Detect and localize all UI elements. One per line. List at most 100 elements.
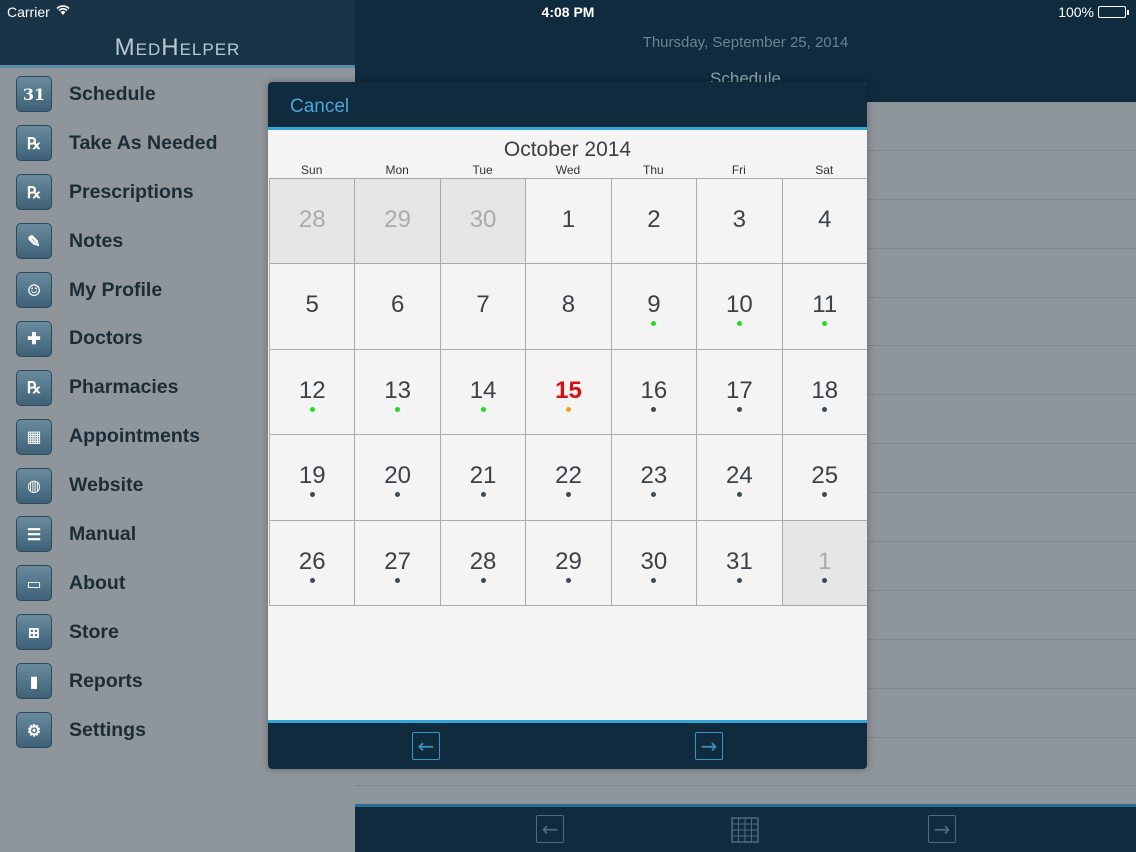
day-number: 5 bbox=[305, 291, 319, 319]
calendar-day[interactable]: 12 bbox=[270, 349, 356, 436]
dose-indicator-dot bbox=[480, 406, 486, 412]
calendar-day[interactable]: 20 bbox=[355, 435, 441, 521]
day-number: 23 bbox=[640, 462, 668, 490]
sidebar-item-label: My Profile bbox=[69, 278, 163, 301]
calendar-day[interactable]: 5 bbox=[270, 264, 356, 350]
day-number: 10 bbox=[725, 291, 753, 319]
calendar-day[interactable]: 11 bbox=[782, 264, 867, 350]
day-number: 21 bbox=[469, 462, 497, 490]
dose-indicator-dot bbox=[736, 492, 742, 498]
weekday-label: Sun bbox=[301, 163, 323, 177]
calendar-day[interactable]: 30 bbox=[611, 520, 698, 606]
weekday-label: Fri bbox=[731, 163, 746, 177]
calendar-day[interactable]: 30 bbox=[440, 179, 527, 265]
sidebar-item-label: Settings bbox=[69, 718, 146, 741]
day-number: 17 bbox=[725, 376, 753, 404]
popover-footer: ← → bbox=[268, 720, 867, 769]
day-number: 20 bbox=[384, 462, 411, 490]
gear-icon: ⚙ bbox=[16, 712, 52, 749]
weekday-label: Wed bbox=[555, 163, 581, 177]
prev-month-button[interactable]: ← bbox=[412, 732, 440, 760]
sidebar-item-label: Prescriptions bbox=[69, 180, 194, 203]
calendar-day[interactable]: 1 bbox=[526, 179, 612, 265]
speech-bubble-icon: ▭ bbox=[16, 565, 52, 602]
calendar-day[interactable]: 28 bbox=[270, 179, 356, 265]
calendar-day[interactable]: 29 bbox=[526, 520, 612, 606]
cancel-button[interactable]: Cancel bbox=[290, 96, 349, 118]
sidebar-item-label: Store bbox=[69, 620, 119, 643]
main-footer-toolbar: ← → bbox=[355, 804, 1136, 852]
calendar-day[interactable]: 7 bbox=[440, 264, 527, 350]
day-number: 25 bbox=[811, 462, 839, 490]
day-number: 24 bbox=[725, 462, 753, 490]
day-number: 29 bbox=[384, 206, 411, 233]
day-number: 2 bbox=[647, 206, 661, 233]
calendar-day[interactable]: 26 bbox=[270, 520, 356, 606]
sidebar-item-label: Appointments bbox=[69, 425, 201, 448]
day-number: 3 bbox=[732, 206, 746, 233]
calendar-day[interactable]: 31 bbox=[697, 520, 783, 606]
manual-book-icon: ☰ bbox=[16, 516, 52, 553]
appointments-calendar-icon: ▦ bbox=[16, 418, 52, 455]
weekday-label: Tue bbox=[472, 163, 493, 177]
calendar-day[interactable]: 18 bbox=[782, 349, 867, 436]
battery-percent: 100% bbox=[1058, 4, 1094, 20]
arrow-right-icon[interactable]: → bbox=[928, 815, 956, 843]
arrow-left-icon[interactable]: ← bbox=[536, 815, 564, 843]
calendar-day[interactable]: 25 bbox=[782, 435, 867, 521]
calendar-day[interactable]: 14 bbox=[440, 349, 527, 436]
calendar-day[interactable]: 10 bbox=[697, 264, 783, 350]
calendar-day[interactable]: 1 bbox=[782, 520, 867, 606]
calendar-day[interactable]: 3 bbox=[697, 179, 783, 265]
dose-indicator-dot bbox=[480, 577, 486, 583]
calendar-day[interactable]: 29 bbox=[355, 179, 441, 265]
sidebar-item-label: Pharmacies bbox=[69, 376, 179, 399]
calendar-day[interactable]: 27 bbox=[355, 520, 441, 606]
calendar-day-today[interactable]: 15 bbox=[526, 349, 612, 436]
day-number: 16 bbox=[640, 376, 668, 404]
day-number: 12 bbox=[298, 376, 326, 404]
weekday-label: Mon bbox=[385, 163, 409, 177]
dose-indicator-dot bbox=[822, 577, 828, 583]
battery-indicator: 100% bbox=[1058, 4, 1129, 20]
calendar-day[interactable]: 21 bbox=[440, 435, 527, 521]
calendar-day[interactable]: 19 bbox=[270, 435, 356, 521]
calendar-day[interactable]: 16 bbox=[611, 349, 698, 436]
dose-indicator-dot bbox=[309, 406, 315, 412]
dose-indicator-dot bbox=[822, 406, 828, 412]
calendar-day[interactable]: 17 bbox=[697, 349, 783, 436]
dose-indicator-dot bbox=[395, 492, 401, 498]
next-month-button[interactable]: → bbox=[695, 732, 723, 760]
calendar-day[interactable]: 13 bbox=[355, 349, 441, 436]
dose-indicator-dot bbox=[651, 321, 657, 327]
app-logo: MedHelper bbox=[114, 34, 241, 61]
calendar-popover: Cancel October 2014 Sun Mon Tue Wed Thu Fri Sa… bbox=[268, 82, 867, 769]
rx-icon: ℞ bbox=[16, 174, 52, 211]
sidebar-item-label: Schedule bbox=[69, 82, 156, 105]
dose-indicator-dot bbox=[565, 577, 571, 583]
day-number: 14 bbox=[469, 376, 497, 404]
calendar-day[interactable]: 2 bbox=[611, 179, 698, 265]
calendar-day[interactable]: 23 bbox=[611, 435, 698, 521]
day-number: 31 bbox=[725, 547, 753, 575]
dose-indicator-dot bbox=[651, 577, 657, 583]
calendar-day[interactable]: 4 bbox=[782, 179, 867, 265]
pharmacy-icon: ℞ bbox=[16, 369, 52, 406]
calendar-icon[interactable] bbox=[731, 815, 759, 843]
dose-indicator-dot bbox=[565, 492, 571, 498]
dose-indicator-dot bbox=[651, 406, 657, 412]
calendar-day[interactable]: 22 bbox=[526, 435, 612, 521]
day-number: 18 bbox=[811, 376, 839, 404]
calendar-day[interactable]: 24 bbox=[697, 435, 783, 521]
calendar-day[interactable]: 9 bbox=[611, 264, 698, 350]
weekday-label: Thu bbox=[643, 163, 664, 177]
notepad-icon: ✎ bbox=[16, 223, 52, 260]
day-number: 9 bbox=[647, 291, 661, 319]
calendar-day[interactable]: 28 bbox=[440, 520, 527, 606]
calendar-day[interactable]: 6 bbox=[355, 264, 441, 350]
bar-chart-icon: ▮ bbox=[16, 663, 52, 700]
medical-bag-icon: ✚ bbox=[16, 320, 52, 357]
day-number: 6 bbox=[390, 291, 405, 319]
status-bar: Carrier 4:08 PM 100% bbox=[0, 0, 1136, 24]
calendar-day[interactable]: 8 bbox=[526, 264, 612, 350]
